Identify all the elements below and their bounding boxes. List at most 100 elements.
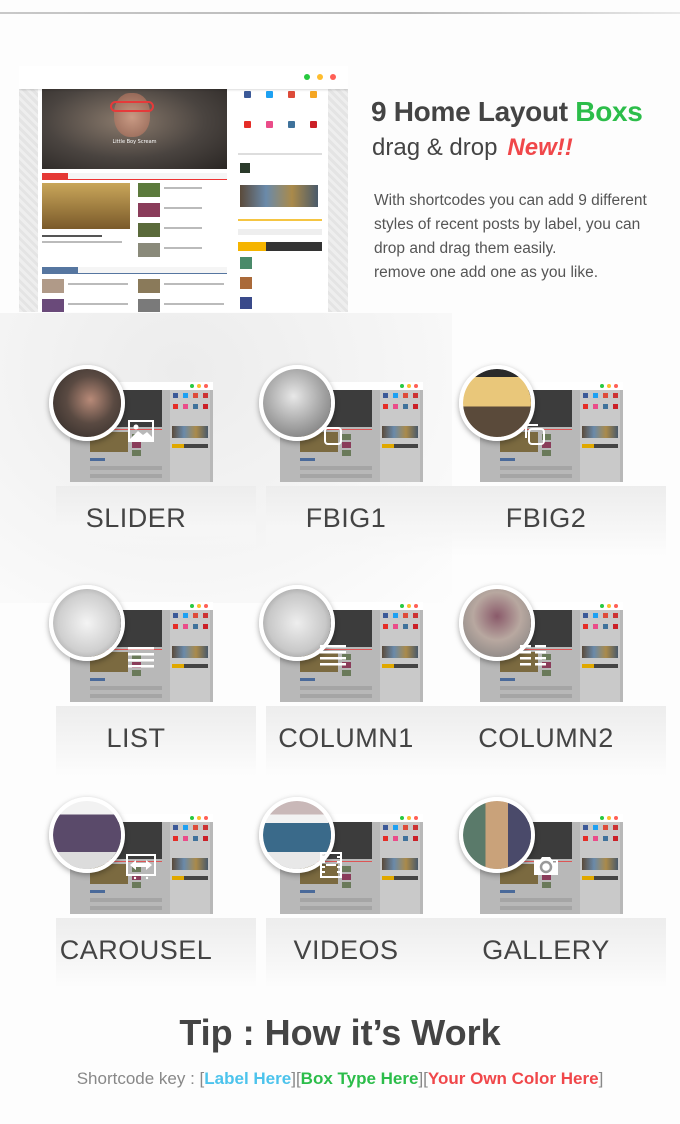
mini-tab	[184, 444, 208, 448]
mini-section-tag	[90, 890, 105, 893]
layout-label: FBIG1	[305, 503, 387, 533]
post-thumb	[138, 243, 160, 257]
hero-title-accent: Boxs	[575, 96, 643, 127]
sidebar-post-thumb	[240, 277, 252, 289]
window-dot-yellow-icon	[607, 384, 611, 388]
layout-card-column1[interactable]: COLUMN1	[250, 580, 466, 780]
single-square-icon	[323, 426, 343, 450]
mini-tab	[172, 444, 184, 448]
window-dot-green-icon	[400, 384, 404, 388]
window-dot-red-icon	[614, 384, 618, 388]
mini-section-tag	[90, 458, 105, 461]
mini-row	[90, 686, 162, 690]
layout-card-column2[interactable]: COLUMN2	[450, 580, 666, 780]
layout-card-fbig1[interactable]: FBIG1	[250, 360, 466, 560]
top-divider	[0, 12, 680, 14]
mini-tab	[382, 444, 394, 448]
featured-post-image	[42, 183, 130, 229]
youtube-icon	[244, 121, 251, 128]
mini-section-tag	[90, 678, 105, 681]
mini-tab	[172, 664, 184, 668]
mini-thumb	[342, 434, 351, 440]
window-dot-yellow-icon	[197, 604, 201, 608]
mini-thumb	[342, 882, 351, 888]
window-dot-green-icon	[190, 604, 194, 608]
shortcode-prefix: Shortcode key :	[76, 1069, 200, 1088]
shortcode-color-key: Your Own Color Here	[427, 1069, 599, 1088]
post-line	[164, 227, 202, 229]
archive-heading-line	[238, 219, 322, 221]
mini-row	[300, 694, 372, 698]
sidebar-post-thumb	[240, 257, 252, 269]
mini-section-tag	[300, 678, 315, 681]
layout-label: COLUMN1	[278, 723, 414, 753]
mini-thumb	[342, 450, 351, 456]
layout-card-fbig2[interactable]: FBIG2	[450, 360, 666, 560]
window-dot-red-icon	[204, 604, 208, 608]
mini-section-tag	[300, 458, 315, 461]
mini-tab	[594, 876, 618, 880]
hero-title-prefix: 9 Home Layout	[371, 96, 576, 127]
stacked-squares-icon	[522, 422, 546, 450]
mini-section-tag	[300, 890, 315, 893]
mini-row	[90, 466, 162, 470]
news-thumb	[138, 299, 160, 312]
hero-subtitle: drag & drop New!!	[372, 134, 573, 162]
mini-sidebar	[380, 390, 420, 482]
layout-card-gallery[interactable]: GALLERY	[450, 792, 666, 992]
news-thumb	[138, 279, 160, 293]
layout-card-slider[interactable]: SLIDER	[40, 360, 256, 560]
mini-sidebar	[380, 822, 420, 914]
featured-slide-image: Little Boy Scream	[42, 89, 227, 169]
instagram-icon	[288, 121, 295, 128]
mini-row	[300, 906, 372, 910]
latest-tag	[42, 267, 78, 274]
window-dot-green-icon	[400, 816, 404, 820]
window-dot-red-icon	[204, 816, 208, 820]
lens-content	[463, 369, 531, 437]
hero-subtitle-text: drag & drop	[372, 134, 498, 161]
slide-title: Little Boy Scream	[112, 139, 157, 145]
facebook-icon	[244, 91, 251, 98]
news-line	[68, 303, 128, 305]
layout-label: SLIDER	[85, 503, 187, 533]
window-dot-green-icon	[304, 74, 310, 80]
mini-tab	[394, 444, 418, 448]
shortcode-key: Shortcode key : [Label Here][Box Type He…	[76, 1069, 604, 1088]
mini-row	[500, 898, 572, 902]
fb-heading-line	[238, 153, 322, 155]
window-dot-green-icon	[190, 816, 194, 820]
mini-thumb	[542, 882, 551, 888]
sidebar-tabs	[238, 242, 322, 251]
mini-sidebar	[380, 610, 420, 702]
mini-sidebar	[170, 390, 210, 482]
layout-label: LIST	[106, 723, 166, 753]
layout-card-carousel[interactable]: CAROUSEL	[40, 792, 256, 992]
mini-tab	[582, 664, 594, 668]
mini-tab	[594, 664, 618, 668]
mini-sidebar	[170, 610, 210, 702]
browser-bar	[19, 66, 348, 89]
mini-row	[90, 474, 162, 478]
post-thumb	[138, 223, 160, 237]
list-icon	[128, 646, 154, 672]
dribbble-icon	[266, 121, 273, 128]
post-line	[164, 207, 202, 209]
window-dot-yellow-icon	[197, 384, 201, 388]
mini-row	[90, 906, 162, 910]
window-dot-yellow-icon	[407, 604, 411, 608]
preview-sidebar	[238, 89, 326, 312]
mini-row	[500, 466, 572, 470]
mini-tab	[594, 444, 618, 448]
layout-card-videos[interactable]: VIDEOS	[250, 792, 466, 992]
column-lines-icon	[320, 644, 346, 670]
pinterest-icon	[310, 121, 317, 128]
nature-section-bar	[42, 173, 227, 180]
mini-tab	[582, 876, 594, 880]
mini-tab	[582, 444, 594, 448]
layout-card-list[interactable]: LIST	[40, 580, 256, 780]
mini-row	[500, 686, 572, 690]
mini-thumb	[542, 670, 551, 676]
theme-preview-screenshot: Little Boy Scream	[19, 66, 348, 312]
carousel-arrows-icon	[126, 854, 156, 884]
